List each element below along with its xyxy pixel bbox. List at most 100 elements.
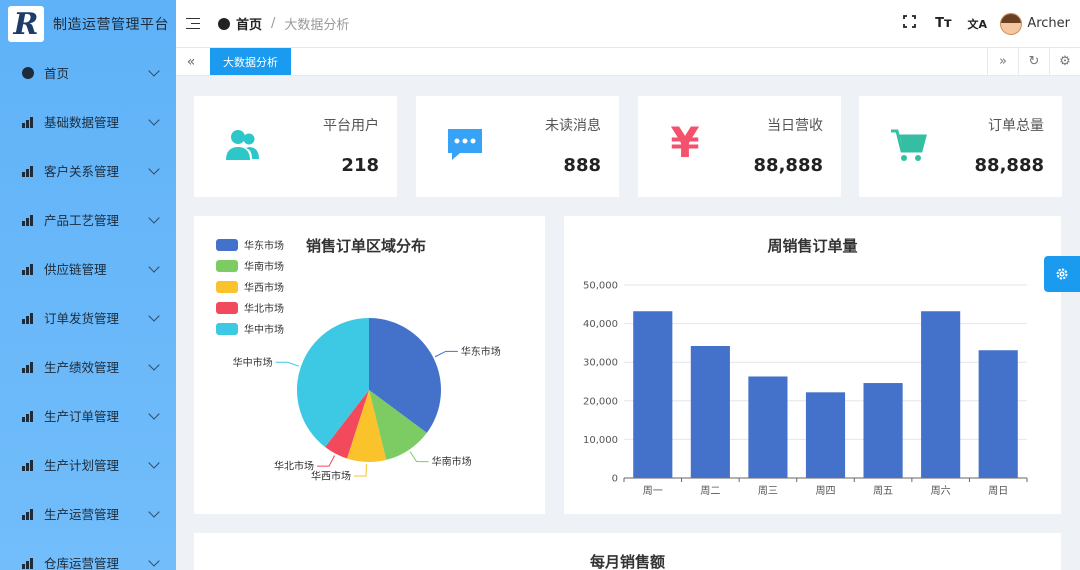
sidebar-item[interactable]: 客户关系管理 xyxy=(0,146,176,195)
x-tick-label: 周三 xyxy=(758,485,778,497)
breadcrumb-separator: / xyxy=(271,16,276,31)
stat-title: 平台用户 xyxy=(323,118,379,134)
chevron-down-icon xyxy=(148,505,160,518)
sidebar-item-label: 首页 xyxy=(44,66,70,81)
x-tick-label: 周四 xyxy=(816,485,836,497)
bar-chart-icon xyxy=(22,410,36,422)
tab-settings-icon[interactable]: ⚙ xyxy=(1049,48,1080,75)
bar[interactable] xyxy=(748,376,788,478)
bar-chart-icon xyxy=(22,165,36,177)
tab-big-data-analysis[interactable]: 大数据分析 xyxy=(210,48,291,75)
font-size-icon[interactable]: Tт xyxy=(926,16,960,31)
header-actions: Tт 文A Archer xyxy=(892,12,1080,35)
sidebar-item-label: 供应链管理 xyxy=(44,262,107,277)
monthly-chart-title: 每月销售额 xyxy=(589,553,665,570)
bar[interactable] xyxy=(921,311,961,478)
sidebar-item-label: 生产运营管理 xyxy=(44,507,120,522)
stat-title: 未读消息 xyxy=(545,118,601,134)
stat-value: 218 xyxy=(341,155,379,176)
breadcrumb-current: 大数据分析 xyxy=(284,18,350,33)
app-logo: R xyxy=(8,6,44,42)
y-tick-label: 0 xyxy=(612,474,618,485)
pie-leader-line xyxy=(275,361,300,367)
bar[interactable] xyxy=(863,383,903,478)
chevron-down-icon xyxy=(148,113,160,126)
bar-chart-icon xyxy=(22,214,36,226)
dashboard-icon xyxy=(22,66,36,79)
x-tick-label: 周二 xyxy=(700,485,720,497)
pie-slice-label: 华东市场 xyxy=(461,345,501,358)
sidebar-item[interactable]: 生产运营管理 xyxy=(0,489,176,538)
pie-leader-line xyxy=(317,455,336,467)
tab-scroll-left-icon[interactable]: « xyxy=(176,48,206,75)
pie-chart[interactable]: 华东市场华南市场华西市场华北市场 华中市场 xyxy=(194,216,545,514)
sidebar-item-label: 仓库运营管理 xyxy=(44,556,120,570)
settings-button[interactable] xyxy=(1044,256,1080,292)
gear-icon xyxy=(1056,268,1068,280)
y-tick-label: 10,000 xyxy=(583,435,618,446)
refresh-icon[interactable]: ↻ xyxy=(1018,48,1049,75)
sidebar-item[interactable]: 供应链管理 xyxy=(0,244,176,293)
cart-icon xyxy=(891,129,927,161)
y-tick-label: 40,000 xyxy=(583,319,618,330)
y-tick-label: 30,000 xyxy=(583,358,618,369)
bar-chart-card: 周销售订单量 0 10,000 20,000 30,000 40,000 50,000 周一… xyxy=(564,216,1061,514)
sidebar-item[interactable]: 首页 xyxy=(0,48,176,97)
logo-area: R 制造运营管理平台 xyxy=(0,0,176,48)
bar-chart-icon xyxy=(22,116,36,128)
breadcrumb-home-label: 首页 xyxy=(236,18,263,33)
y-tick-label: 50,000 xyxy=(583,281,618,292)
chevron-down-icon xyxy=(148,456,160,469)
sidebar-item[interactable]: 生产订单管理 xyxy=(0,391,176,440)
pie-slice-label: 华中市场 xyxy=(233,356,273,369)
sidebar-item[interactable]: 产品工艺管理 xyxy=(0,195,176,244)
sidebar-item-label: 基础数据管理 xyxy=(44,115,120,130)
tags-view: « 大数据分析 » ↻ ⚙ xyxy=(176,48,1080,76)
pie-leader-line xyxy=(434,350,458,358)
pie-slice-label: 华北市场 xyxy=(274,460,314,473)
translate-icon[interactable]: 文A xyxy=(960,16,994,32)
bar-chart-icon xyxy=(22,557,36,569)
bar[interactable] xyxy=(978,350,1018,478)
pie-leader-line xyxy=(354,463,367,477)
x-tick-label: 周五 xyxy=(873,485,893,497)
stat-card-revenue[interactable]: ¥ 当日营收 88,888 xyxy=(638,96,841,197)
message-icon xyxy=(448,129,482,160)
bar[interactable] xyxy=(633,311,673,478)
chevron-down-icon xyxy=(148,64,160,77)
tab-scroll-right-icon[interactable]: » xyxy=(987,48,1018,75)
chevron-down-icon xyxy=(148,554,160,567)
fullscreen-icon[interactable] xyxy=(892,15,926,32)
pie-slice-label: 华西市场 xyxy=(311,469,351,482)
sidebar-item[interactable]: 基础数据管理 xyxy=(0,97,176,146)
bar[interactable] xyxy=(690,345,730,478)
chevron-down-icon xyxy=(148,309,160,322)
yen-icon: ¥ xyxy=(670,118,700,167)
bar-chart[interactable]: 010,00020,00030,00040,00050,000周一 周二 周三 周四周… xyxy=(564,216,1061,514)
bar-chart-icon xyxy=(22,459,36,471)
bar-chart-icon xyxy=(22,508,36,520)
sidebar-item[interactable]: 订单发货管理 xyxy=(0,293,176,342)
menu-fold-icon[interactable] xyxy=(186,17,200,30)
stat-card-users[interactable]: 平台用户 218 xyxy=(194,96,397,197)
stat-card-messages[interactable]: 未读消息 888 xyxy=(416,96,619,197)
avatar[interactable] xyxy=(1000,12,1023,35)
user-name[interactable]: Archer xyxy=(1027,16,1070,31)
stat-value: 888 xyxy=(563,155,601,176)
bar[interactable] xyxy=(805,392,846,478)
sidebar-menu: 首页基础数据管理 客户关系管理产品工艺管理供应链管理订单发货管理 生产绩效管理 生产订… xyxy=(0,48,176,570)
pie-leader-line xyxy=(409,451,429,463)
users-icon xyxy=(226,130,259,160)
sidebar-item[interactable]: 生产计划管理 xyxy=(0,440,176,489)
tab-actions: » ↻ ⚙ xyxy=(987,48,1080,75)
breadcrumb-home[interactable]: 首页 xyxy=(218,14,262,33)
sidebar-item[interactable]: 生产绩效管理 xyxy=(0,342,176,391)
y-tick-label: 20,000 xyxy=(583,396,618,407)
chevron-down-icon xyxy=(148,407,160,420)
sidebar-item-label: 客户关系管理 xyxy=(44,164,120,179)
app-title: 制造运营管理平台 xyxy=(53,17,169,33)
sidebar-item[interactable]: 仓库运营管理 xyxy=(0,538,176,570)
sidebar-item-label: 生产计划管理 xyxy=(44,458,120,473)
stat-card-orders[interactable]: 订单总量 88,888 xyxy=(859,96,1062,197)
stat-value: 88,888 xyxy=(753,155,823,176)
